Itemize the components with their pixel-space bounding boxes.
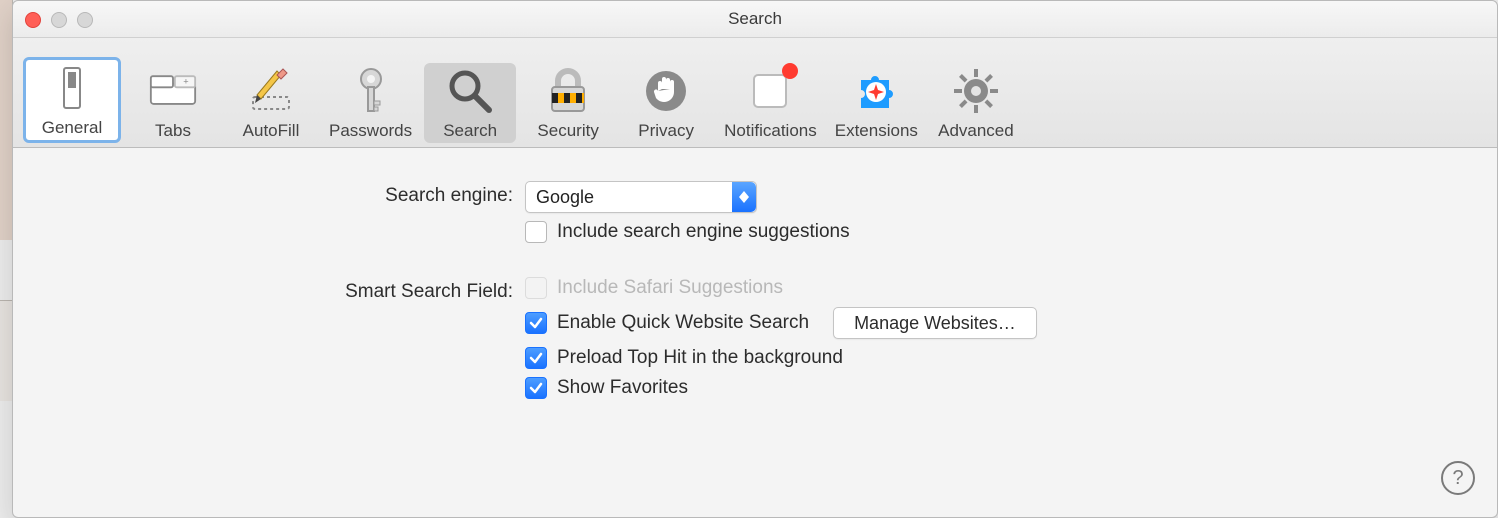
tab-search[interactable]: Search xyxy=(424,63,516,143)
tab-passwords[interactable]: Passwords xyxy=(323,63,418,143)
prefs-toolbar: General + Tabs AutoFill Passwords xyxy=(13,38,1497,148)
label-search-engine: Search engine: xyxy=(13,181,525,207)
puzzle-icon xyxy=(852,67,900,115)
lock-icon xyxy=(544,67,592,115)
check-include-suggestions[interactable]: Include search engine suggestions xyxy=(525,221,850,243)
tab-advanced[interactable]: Advanced xyxy=(930,63,1022,143)
label-smart-search: Smart Search Field: xyxy=(13,277,525,303)
manage-websites-button[interactable]: Manage Websites… xyxy=(833,307,1037,339)
check-label: Include search engine suggestions xyxy=(557,221,850,243)
notification-badge xyxy=(782,63,798,79)
check-label: Enable Quick Website Search xyxy=(557,312,809,334)
select-arrows-icon xyxy=(732,182,756,212)
hand-icon xyxy=(642,67,690,115)
general-icon xyxy=(48,64,96,112)
tab-label: AutoFill xyxy=(243,121,300,141)
tab-extensions[interactable]: Extensions xyxy=(829,63,924,143)
tabs-icon: + xyxy=(149,67,197,115)
tab-label: Passwords xyxy=(329,121,412,141)
tab-label: Tabs xyxy=(155,121,191,141)
check-preload-top-hit[interactable]: Preload Top Hit in the background xyxy=(525,347,1037,369)
select-value: Google xyxy=(526,187,594,208)
key-icon xyxy=(347,67,395,115)
titlebar[interactable]: Search xyxy=(13,1,1497,38)
tab-label: Advanced xyxy=(938,121,1014,141)
tab-security[interactable]: Security xyxy=(522,63,614,143)
row-search-engine: Search engine: Google Include search eng… xyxy=(13,181,1497,243)
tab-autofill[interactable]: AutoFill xyxy=(225,63,317,143)
search-icon xyxy=(446,67,494,115)
tab-label: General xyxy=(42,118,102,138)
tab-label: Security xyxy=(537,121,598,141)
tab-label: Notifications xyxy=(724,121,817,141)
gear-icon xyxy=(952,67,1000,115)
search-engine-select[interactable]: Google xyxy=(525,181,757,213)
check-quick-website[interactable]: Enable Quick Website Search xyxy=(525,312,809,334)
window-title: Search xyxy=(13,9,1497,29)
tab-tabs[interactable]: + Tabs xyxy=(127,63,219,143)
svg-text:+: + xyxy=(183,77,188,87)
checkbox-checked-icon xyxy=(525,312,547,334)
content-area: Search engine: Google Include search eng… xyxy=(13,153,1497,517)
tab-notifications[interactable]: Notifications xyxy=(718,63,823,143)
prefs-panel: Search General + Tabs AutoFill xyxy=(12,0,1498,518)
tab-label: Search xyxy=(443,121,497,141)
checkbox-checked-icon xyxy=(525,377,547,399)
autofill-icon xyxy=(247,67,295,115)
help-button[interactable]: ? xyxy=(1441,461,1475,495)
checkbox-checked-icon xyxy=(525,347,547,369)
tab-label: Privacy xyxy=(638,121,694,141)
check-safari-suggestions: Include Safari Suggestions xyxy=(525,277,1037,299)
check-label: Preload Top Hit in the background xyxy=(557,347,843,369)
row-smart-search: Smart Search Field: Include Safari Sugge… xyxy=(13,277,1497,399)
notifications-icon xyxy=(746,67,794,115)
checkbox-icon xyxy=(525,221,547,243)
prefs-window: Search General + Tabs AutoFill xyxy=(0,0,1498,518)
checkbox-icon xyxy=(525,277,547,299)
check-label: Include Safari Suggestions xyxy=(557,277,783,299)
tab-label: Extensions xyxy=(835,121,918,141)
tab-privacy[interactable]: Privacy xyxy=(620,63,712,143)
check-label: Show Favorites xyxy=(557,377,688,399)
check-show-favorites[interactable]: Show Favorites xyxy=(525,377,1037,399)
tab-general[interactable]: General xyxy=(23,57,121,143)
